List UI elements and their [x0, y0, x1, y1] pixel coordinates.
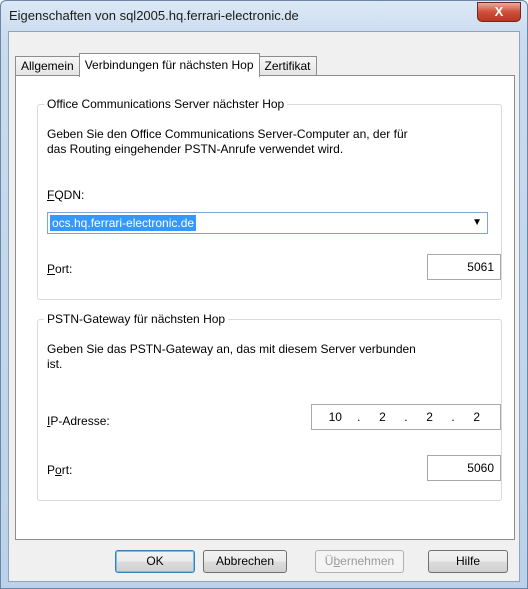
tab-zertifikat[interactable]: Zertifikat — [258, 56, 317, 76]
fqdn-combobox[interactable]: ocs.hq.ferrari-electronic.de ▼ — [47, 212, 488, 234]
ip-octet[interactable]: 2 — [416, 410, 444, 424]
ip-label-text: P-Adresse: — [50, 414, 110, 428]
fqdn-label-text: QDN: — [54, 188, 85, 202]
ip-separator: . — [404, 410, 408, 424]
pstn-port-label-accesskey: o — [55, 463, 62, 477]
group-title: PSTN-Gateway für nächsten Hop — [44, 312, 229, 326]
pstn-port-label-text: rt: — [61, 463, 73, 477]
ocs-port-label: Port: — [47, 262, 72, 276]
tab-allgemein[interactable]: Allgemein — [15, 56, 80, 76]
ocs-port-input[interactable]: 5061 — [427, 254, 501, 280]
pstn-gateway-group: PSTN-Gateway für nächsten Hop Geben Sie … — [37, 312, 502, 501]
pstn-description: Geben Sie das PSTN-Gateway an, das mit d… — [47, 342, 416, 372]
ip-address-input[interactable]: 10 . 2 . 2 . 2 — [311, 404, 501, 430]
tab-panel: Office Communications Server nächster Ho… — [15, 75, 515, 540]
ip-octet[interactable]: 10 — [321, 410, 349, 424]
help-button[interactable]: Hilfe — [428, 550, 508, 573]
window-title: Eigenschaften von sql2005.hq.ferrari-ele… — [9, 8, 299, 23]
dropdown-arrow-icon[interactable]: ▼ — [472, 217, 482, 228]
properties-dialog: Eigenschaften von sql2005.hq.ferrari-ele… — [0, 0, 528, 589]
fqdn-label: FQDN: — [47, 188, 84, 202]
ocs-description-line: das Routing eingehender PSTN-Anrufe verw… — [47, 142, 344, 156]
pstn-port-label: Port: — [47, 463, 72, 477]
pstn-description-line: ist. — [47, 357, 63, 371]
pstn-description-line: Geben Sie das PSTN-Gateway an, das mit d… — [47, 342, 416, 356]
group-title: Office Communications Server nächster Ho… — [44, 97, 288, 111]
ip-address-label: IP-Adresse: — [47, 414, 110, 428]
tab-strip: Allgemein Verbindungen für nächsten Hop … — [15, 52, 317, 77]
pstn-port-input[interactable]: 5060 — [427, 455, 501, 481]
close-button[interactable]: X — [477, 2, 521, 22]
ocs-port-label-text: ort: — [55, 262, 73, 276]
ip-separator: . — [357, 410, 361, 424]
ocs-description-line: Geben Sie den Office Communications Serv… — [47, 127, 408, 141]
dialog-body: Allgemein Verbindungen für nächsten Hop … — [8, 31, 520, 582]
pstn-port-label-text: P — [47, 463, 56, 477]
ocs-next-hop-group: Office Communications Server nächster Ho… — [37, 97, 502, 300]
tab-verbindungen[interactable]: Verbindungen für nächsten Hop — [78, 53, 260, 77]
apply-button[interactable]: Übernehmen — [315, 550, 404, 573]
ip-octet[interactable]: 2 — [368, 410, 396, 424]
ip-separator: . — [451, 410, 455, 424]
ip-octet[interactable]: 2 — [463, 410, 491, 424]
ok-button[interactable]: OK — [115, 550, 195, 573]
ocs-description: Geben Sie den Office Communications Serv… — [47, 127, 408, 157]
cancel-button[interactable]: Abbrechen — [203, 550, 287, 573]
apply-label-text: ernehmen — [340, 554, 395, 568]
fqdn-value[interactable]: ocs.hq.ferrari-electronic.de — [50, 215, 197, 231]
ocs-port-label-accesskey: P — [47, 262, 56, 276]
title-bar[interactable]: Eigenschaften von sql2005.hq.ferrari-ele… — [1, 1, 527, 31]
